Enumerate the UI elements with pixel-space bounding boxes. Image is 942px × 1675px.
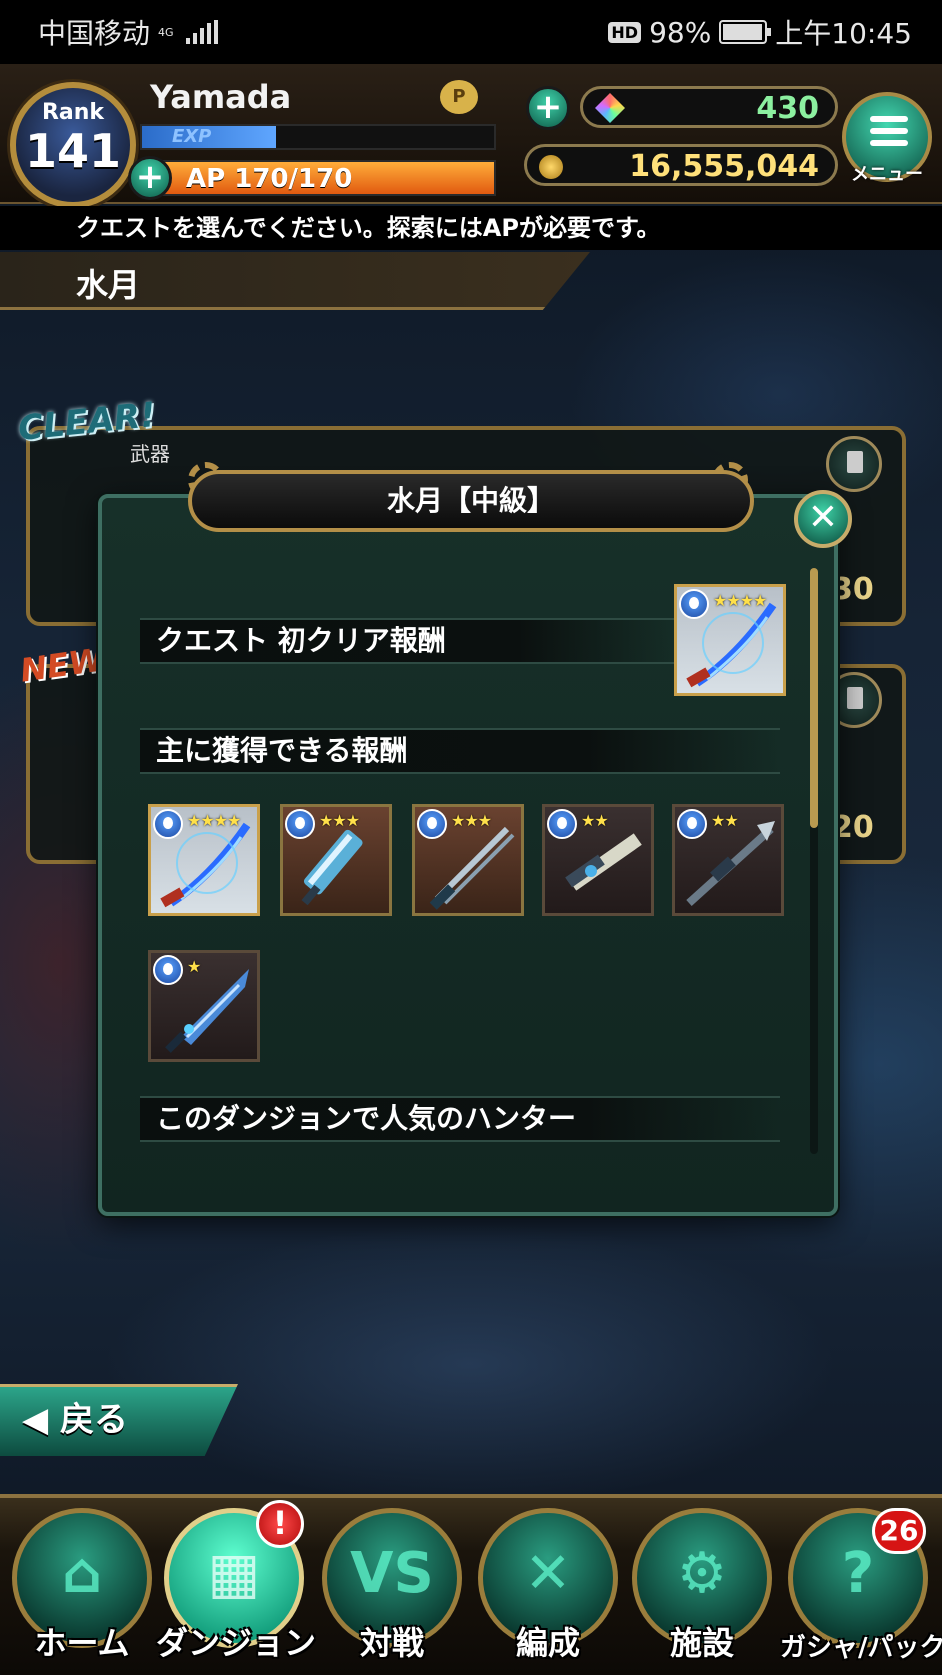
menu-label: メニュー [851, 164, 923, 185]
water-element-icon [679, 589, 709, 619]
hamburger-icon [870, 116, 908, 152]
water-element-icon [417, 809, 447, 839]
water-element-icon [677, 809, 707, 839]
menu-button[interactable]: メニュー [842, 92, 932, 185]
reward-tile[interactable]: ★★★ [412, 804, 524, 916]
rank-value: 141 [24, 124, 122, 178]
status-bar: 中国移动 4G HD 98% 上午10:45 [0, 0, 942, 64]
first-clear-header: クエスト 初クリア報酬 [140, 618, 680, 664]
reward-tile[interactable]: ★★★ [280, 804, 392, 916]
hd-icon: HD [608, 21, 642, 43]
nav-home[interactable]: ⌂ ホーム [8, 1508, 156, 1668]
rarity-stars: ★★★ [451, 811, 492, 830]
rarity-stars: ★★★ [319, 811, 360, 830]
nav-versus[interactable]: VS 対戦 [318, 1508, 466, 1668]
back-button-label[interactable]: ◀ 戻る [22, 1392, 128, 1441]
exp-bar: EXP [140, 124, 496, 150]
weapon-tag: 武器 [130, 442, 170, 466]
water-element-icon [153, 809, 183, 839]
ap-bar: AP 170/170 [140, 160, 496, 196]
instruction-message: クエストを選んでください。探索にはAPが必要です。 [0, 206, 942, 250]
reward-tile[interactable]: ★ [148, 950, 260, 1062]
carrier-name: 中国移动 [38, 17, 151, 50]
rarity-stars: ★★ [581, 811, 609, 830]
gold-counter: 16,555,044 [524, 144, 838, 186]
first-clear-reward-tile[interactable]: ★★★★ [674, 584, 786, 696]
exp-label: EXP [172, 126, 212, 147]
nav-party[interactable]: ✕ 編成 [474, 1508, 622, 1668]
quest-ap-cost: 20 [832, 810, 874, 845]
water-element-icon [285, 809, 315, 839]
rarity-stars: ★★★★ [713, 591, 767, 610]
gem-value: 430 [756, 91, 819, 126]
nav-label: ホーム [34, 1624, 130, 1662]
memo-icon[interactable] [826, 436, 882, 492]
dungeon-alert-badge: ! [256, 1500, 304, 1548]
rewards-header: 主に獲得できる報酬 [140, 728, 780, 774]
nav-label: 対戦 [359, 1624, 424, 1662]
gold-value: 16,555,044 [629, 149, 819, 184]
reward-tile[interactable]: ★★★★ [148, 804, 260, 916]
rarity-stars: ★★★★ [187, 811, 241, 830]
modal-title: 水月【中級】 [188, 470, 754, 532]
ap-text: AP 170/170 [186, 164, 353, 194]
battery-icon [719, 20, 772, 44]
reward-tile[interactable]: ★★ [542, 804, 654, 916]
nav-label: ガシャ/パック [780, 1633, 942, 1663]
nav-label: 施設 [669, 1624, 734, 1662]
rarity-stars: ★ [187, 957, 201, 976]
gem-icon [595, 93, 625, 123]
quest-ap-cost: 30 [832, 572, 874, 607]
water-element-icon [153, 955, 183, 985]
ap-recover-button[interactable]: + [128, 156, 172, 200]
scrollbar-thumb[interactable] [810, 568, 818, 828]
popular-hunters-header: このダンジョンで人気のハンター [140, 1096, 780, 1142]
signal-icon [185, 20, 218, 44]
buy-gems-button[interactable]: + [526, 86, 570, 130]
area-title: 水月 [76, 266, 141, 304]
nav-label: 編成 [515, 1624, 580, 1662]
coin-icon [539, 155, 563, 179]
clock: 上午10:45 [775, 17, 912, 50]
gem-counter: 430 [580, 86, 838, 128]
close-button[interactable]: ✕ [794, 490, 852, 548]
player-name: Yamada [150, 78, 292, 116]
nav-facility[interactable]: ⚙ 施設 [628, 1508, 776, 1668]
nav-label: ダンジョン [156, 1624, 317, 1662]
gacha-count-badge: 26 [872, 1508, 926, 1554]
reward-tile[interactable]: ★★ [672, 804, 784, 916]
battery-percent: 98% [649, 15, 712, 49]
rank-badge: Rank 141 [10, 82, 136, 208]
network-type: 4G [158, 25, 174, 39]
rarity-stars: ★★ [711, 811, 739, 830]
modal-scrollbar[interactable] [810, 568, 818, 1154]
water-element-icon [547, 809, 577, 839]
rank-label: Rank [41, 100, 105, 125]
pet-badge-icon[interactable]: P [440, 80, 478, 114]
